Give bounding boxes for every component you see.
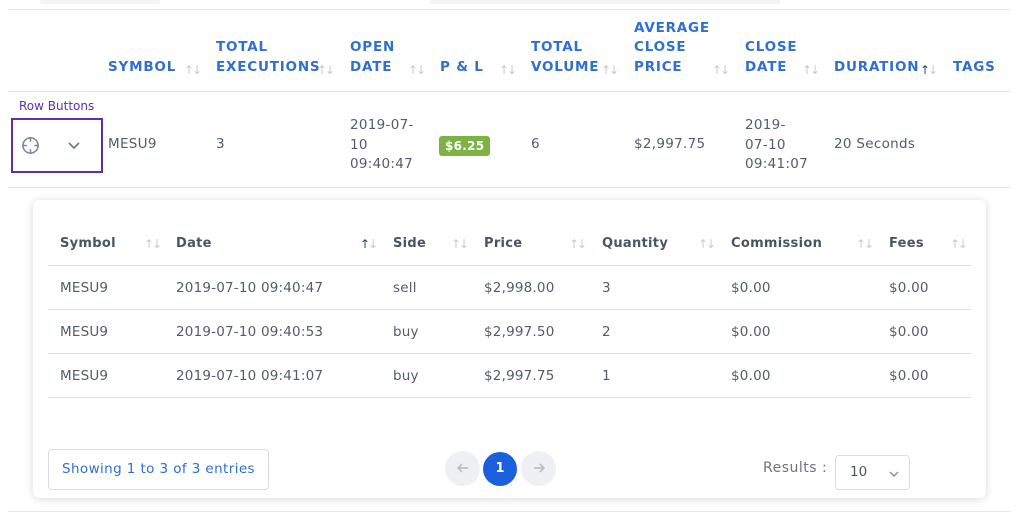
header-date[interactable]: Date [176, 236, 212, 251]
cell-symbol: MESU9 [60, 368, 109, 384]
sort-icon[interactable]: ↑↓ [698, 237, 716, 251]
top-edge-fade [40, 0, 160, 4]
cell-duration: 20 Seconds [834, 136, 916, 152]
sort-icon[interactable]: ↑↓ [317, 63, 335, 77]
cell-price: $2,997.50 [484, 324, 555, 340]
sort-icon-active[interactable]: ↑↓ [360, 237, 378, 251]
chevron-down-icon[interactable] [67, 138, 81, 152]
header-close-date[interactable]: CLOSE DATE [745, 38, 797, 77]
cell-date: 2019-07-10 09:41:07 [176, 368, 324, 384]
cell-total-volume: 6 [531, 136, 540, 152]
cell-open-date: 2019-07- 10 09:40:47 [350, 117, 414, 172]
cell-commission: $0.00 [731, 368, 771, 384]
cell-average-close-price: $2,997.75 [634, 136, 706, 152]
row-buttons-label: Row Buttons [19, 99, 95, 113]
row-buttons [11, 118, 103, 173]
sort-icon[interactable]: ↑↓ [569, 237, 587, 251]
sort-icon[interactable]: ↑↓ [802, 63, 820, 77]
sort-icon[interactable]: ↑↓ [408, 63, 426, 77]
executions-table-header: Symbol ↑↓ Date ↑↓ Side ↑↓ Price ↑↓ Quant… [48, 220, 971, 266]
trades-table-header: SYMBOL ↑↓ TOTAL EXECUTIONS ↑↓ OPEN DATE ↑↓… [8, 10, 1011, 92]
cell-close-date: 2019- 07-10 09:41:07 [745, 117, 809, 172]
header-open-date[interactable]: OPEN DATE [350, 38, 395, 77]
cell-quantity: 3 [602, 280, 611, 296]
entries-info: Showing 1 to 3 of 3 entries [48, 449, 269, 490]
header-quantity[interactable]: Quantity [602, 236, 668, 251]
header-pnl[interactable]: P & L [440, 58, 484, 78]
header-price[interactable]: Price [484, 236, 522, 251]
header-fees[interactable]: Fees [889, 236, 924, 251]
executions-detail-card: Symbol ↑↓ Date ↑↓ Side ↑↓ Price ↑↓ Quant… [33, 200, 986, 498]
header-commission[interactable]: Commission [731, 236, 822, 251]
table-row[interactable]: MESU9 2019-07-10 09:41:07 buy $2,997.75 … [48, 354, 971, 398]
cell-date: 2019-07-10 09:40:47 [176, 280, 324, 296]
header-tags[interactable]: TAGS [953, 58, 996, 78]
cell-symbol: MESU9 [60, 324, 109, 340]
sort-icon[interactable]: ↑↓ [184, 63, 202, 77]
table-row[interactable]: MESU9 2019-07-10 09:40:53 buy $2,997.50 … [48, 310, 971, 354]
results-per-page-value: 10 [850, 464, 868, 480]
cell-quantity: 1 [602, 368, 611, 384]
sort-icon[interactable]: ↑↓ [950, 237, 968, 251]
cell-side: sell [393, 280, 417, 296]
header-symbol[interactable]: SYMBOL [108, 58, 176, 78]
header-average-close-price[interactable]: AVERAGE CLOSE PRICE [634, 19, 710, 78]
header-symbol[interactable]: Symbol [60, 236, 116, 251]
cell-quantity: 2 [602, 324, 611, 340]
cell-side: buy [393, 368, 419, 384]
cell-symbol: MESU9 [108, 136, 157, 152]
cell-side: buy [393, 324, 419, 340]
header-side[interactable]: Side [393, 236, 426, 251]
sort-icon[interactable]: ↑↓ [451, 237, 469, 251]
sort-icon[interactable]: ↑↓ [856, 237, 874, 251]
cell-commission: $0.00 [731, 324, 771, 340]
cell-symbol: MESU9 [60, 280, 109, 296]
cell-fees: $0.00 [889, 280, 929, 296]
prev-page-button[interactable] [445, 451, 480, 486]
top-edge-fade [430, 0, 780, 4]
header-duration[interactable]: DURATION [834, 58, 919, 78]
header-total-executions[interactable]: TOTAL EXECUTIONS [216, 38, 320, 77]
divider [8, 511, 1011, 512]
table-row[interactable]: MESU9 2019-07-10 09:40:47 sell $2,998.00… [48, 266, 971, 310]
arrow-right-icon [533, 463, 545, 473]
sort-icon[interactable]: ↑↓ [499, 63, 517, 77]
sort-icon[interactable]: ↑↓ [601, 63, 619, 77]
cell-commission: $0.00 [731, 280, 771, 296]
cell-price: $2,997.75 [484, 368, 555, 384]
header-total-volume[interactable]: TOTAL VOLUME [531, 38, 599, 77]
pnl-badge: $6.25 [439, 136, 491, 156]
chevron-down-icon [889, 471, 899, 477]
cell-total-executions: 3 [216, 136, 225, 152]
sort-icon[interactable]: ↑↓ [712, 63, 730, 77]
cell-price: $2,998.00 [484, 280, 555, 296]
cell-date: 2019-07-10 09:40:53 [176, 324, 324, 340]
table-row[interactable]: Row Buttons MESU9 3 2019-07- 10 09:40:47 $… [8, 92, 1011, 188]
arrow-left-icon [456, 463, 468, 473]
sort-icon-active[interactable]: ↑↓ [920, 63, 938, 77]
page-button-current[interactable]: 1 [483, 452, 517, 486]
sort-icon[interactable]: ↑↓ [144, 237, 162, 251]
results-per-page-select[interactable]: 10 [835, 455, 910, 490]
results-label: Results : [763, 460, 828, 476]
cell-fees: $0.00 [889, 368, 929, 384]
cell-fees: $0.00 [889, 324, 929, 340]
crosshair-icon[interactable] [21, 136, 40, 155]
next-page-button[interactable] [521, 451, 556, 486]
